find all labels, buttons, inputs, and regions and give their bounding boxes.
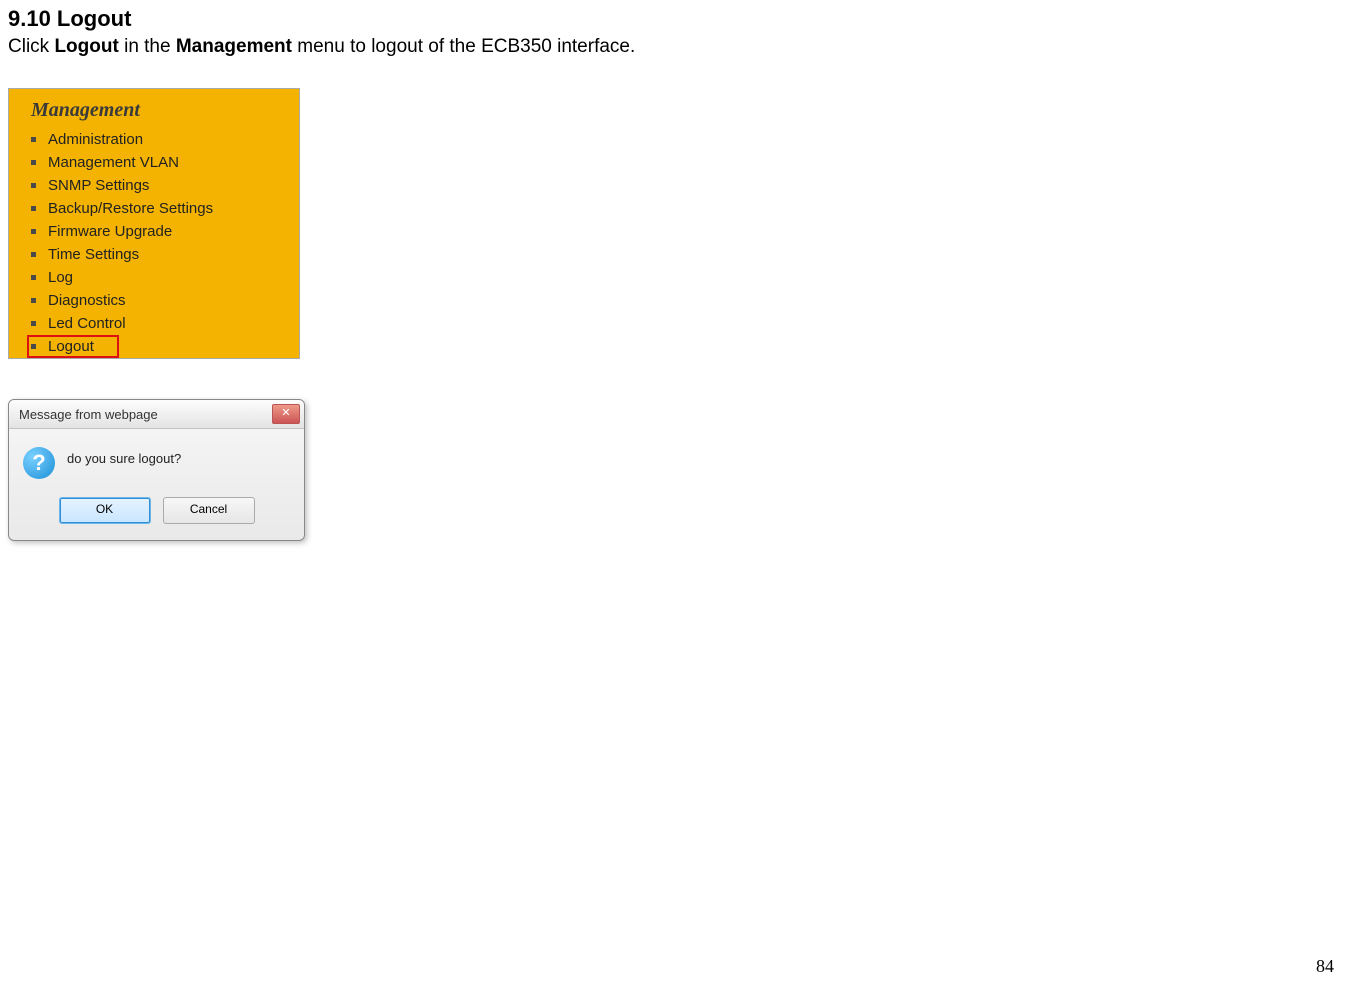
menu-item-label: Led Control — [48, 315, 126, 332]
menu-item-log[interactable]: Log — [9, 266, 299, 289]
menu-item-label: Diagnostics — [48, 292, 126, 309]
bullet-icon — [31, 252, 36, 257]
menu-item-snmp-settings[interactable]: SNMP Settings — [9, 174, 299, 197]
body-pre: Click — [8, 36, 54, 57]
dialog-buttons: OK Cancel — [9, 487, 304, 540]
close-button[interactable]: ✕ — [272, 404, 300, 424]
body-bold-logout: Logout — [54, 36, 118, 57]
close-icon: ✕ — [281, 407, 290, 419]
body-text: Click Logout in the Management menu to l… — [8, 36, 1342, 58]
page-number: 84 — [1316, 956, 1334, 977]
bullet-icon — [31, 206, 36, 211]
confirm-dialog: Message from webpage ✕ ? do you sure log… — [8, 399, 305, 541]
dialog-body: ? do you sure logout? — [9, 429, 304, 487]
ok-button[interactable]: OK — [59, 497, 151, 524]
menu-item-label: SNMP Settings — [48, 177, 149, 194]
menu-item-label: Firmware Upgrade — [48, 223, 172, 240]
management-menu: Management Administration Management VLA… — [8, 88, 300, 359]
bullet-icon — [31, 137, 36, 142]
bullet-icon — [31, 298, 36, 303]
dialog-title: Message from webpage — [19, 407, 158, 422]
menu-item-diagnostics[interactable]: Diagnostics — [9, 289, 299, 312]
menu-item-label: Management VLAN — [48, 154, 179, 171]
bullet-icon — [31, 344, 36, 349]
menu-title: Management — [9, 89, 299, 128]
menu-item-label: Administration — [48, 131, 143, 148]
dialog-titlebar: Message from webpage ✕ — [9, 400, 304, 429]
menu-item-label: Time Settings — [48, 246, 139, 263]
question-icon: ? — [23, 447, 55, 479]
menu-item-administration[interactable]: Administration — [9, 128, 299, 151]
cancel-button[interactable]: Cancel — [163, 497, 255, 524]
menu-item-label: Log — [48, 269, 73, 286]
body-post: menu to logout of the ECB350 interface. — [292, 36, 635, 57]
bullet-icon — [31, 229, 36, 234]
bullet-icon — [31, 160, 36, 165]
body-mid: in the — [119, 36, 176, 57]
dialog-message: do you sure logout? — [67, 447, 181, 466]
bullet-icon — [31, 183, 36, 188]
section-heading: 9.10 Logout — [8, 6, 1342, 32]
menu-item-time-settings[interactable]: Time Settings — [9, 243, 299, 266]
menu-item-led-control[interactable]: Led Control — [9, 312, 299, 335]
menu-item-label: Backup/Restore Settings — [48, 200, 213, 217]
bullet-icon — [31, 275, 36, 280]
body-bold-management: Management — [176, 36, 292, 57]
menu-item-backup-restore[interactable]: Backup/Restore Settings — [9, 197, 299, 220]
menu-item-management-vlan[interactable]: Management VLAN — [9, 151, 299, 174]
bullet-icon — [31, 321, 36, 326]
menu-item-logout[interactable]: Logout — [9, 335, 299, 358]
menu-item-label: Logout — [48, 338, 94, 355]
menu-item-firmware-upgrade[interactable]: Firmware Upgrade — [9, 220, 299, 243]
